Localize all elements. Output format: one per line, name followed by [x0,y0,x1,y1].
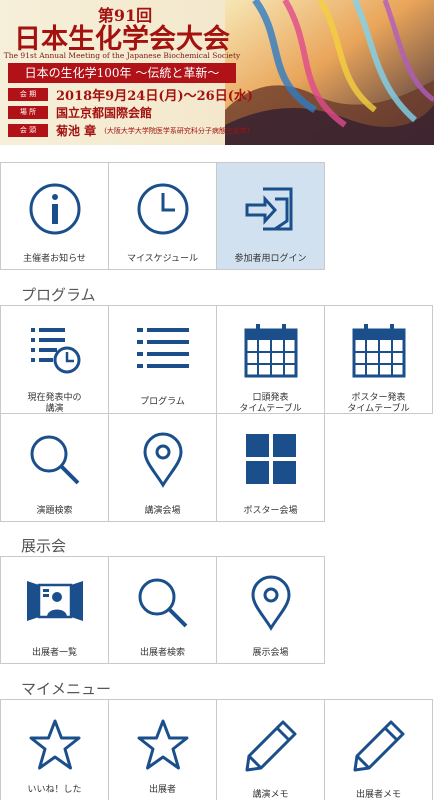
notice-tile[interactable]: 主催者お知らせ [0,162,109,270]
my-schedule-tile[interactable]: マイスケジュール [108,162,217,270]
lecture-memo-label: 講演メモ [252,790,289,800]
pencil-icon [217,718,324,774]
exhibitor-icon [1,575,108,627]
pencil-icon [325,718,432,774]
liked-tile[interactable]: いいね！した [0,699,109,800]
banner-theme: 日本の生化学100年 〜伝統と革新〜 [8,63,236,83]
login-icon [217,181,324,237]
venue-label: 場 所 [8,106,48,119]
poster-venue-tile[interactable]: ポスター会場 [216,413,325,522]
exhibitor-search-label: 出展者検索 [139,648,185,658]
star-icon [1,718,108,772]
chair-label: 会 頭 [8,124,48,137]
current-list-clock-icon [1,324,108,376]
program-tile[interactable]: プログラム [108,305,217,414]
info-icon [1,181,108,237]
exhibitor-search-tile[interactable]: 出展者検索 [108,556,217,664]
oral-timetable-tile[interactable]: 口頭発表 タイムテーブル [216,305,325,414]
calendar-icon [325,324,432,378]
banner-chair-row: 会 頭 菊池 章 (大阪大学大学院医学系研究科分子病態生化学) [8,122,250,139]
map-pin-icon [217,575,324,631]
lecture-memo-tile[interactable]: 講演メモ [216,699,325,800]
map-pin-icon [109,432,216,488]
liked-label: いいね！した [27,785,82,795]
abstract-search-label: 演題検索 [36,506,73,516]
poster-timetable-tile[interactable]: ポスター発表 タイムテーブル [324,305,433,414]
calendar-icon [217,324,324,378]
poster-venue-label: ポスター会場 [243,506,298,516]
chair-note: (大阪大学大学院医学系研究科分子病態生化学) [104,126,250,135]
section-title-program: プログラム [21,286,96,304]
chair-value: 菊池 章 [56,124,97,138]
exhibitor-list-label: 出展者一覧 [31,648,77,658]
abstract-search-tile[interactable]: 演題検索 [0,413,109,522]
poster-timetable-label: ポスター発表 タイムテーブル [347,393,410,414]
lecture-venue-label: 講演会場 [144,506,181,516]
participant-login-label: 参加者用ログイン [234,254,307,264]
exhibitor-memo-label: 出展者メモ [355,790,401,800]
exhibition-venue-tile[interactable]: 展示会場 [216,556,325,664]
section-title-mymenu: マイメニュー [21,680,112,698]
notice-label: 主催者お知らせ [23,254,86,264]
list-icon [109,324,216,376]
lecture-venue-tile[interactable]: 講演会場 [108,413,217,522]
participant-login-tile[interactable]: 参加者用ログイン [216,162,325,270]
banner-subtitle-en: The 91st Annual Meeting of the Japanese … [3,51,241,60]
current-talks-label: 現在発表中の 講演 [27,393,82,414]
banner-venue-row: 場 所 国立京都国際会館 [8,104,152,121]
period-value: 2018年9月24日(月)〜26日(水) [56,89,254,104]
favorite-exhibitor-label: 出展者 [148,785,176,795]
search-icon [109,575,216,631]
favorite-exhibitor-tile[interactable]: 出展者 [108,699,217,800]
clock-icon [109,181,216,237]
section-title-exhibition: 展示会 [21,537,67,555]
current-talks-tile[interactable]: 現在発表中の 講演 [0,305,109,414]
program-label: プログラム [140,397,185,407]
banner-period-row: 会 期 2018年9月24日(月)〜26日(水) [8,86,254,104]
grid-icon [217,432,324,486]
my-schedule-label: マイスケジュール [126,254,199,264]
exhibitor-list-tile[interactable]: 出展者一覧 [0,556,109,664]
search-icon [1,432,108,488]
star-icon [109,718,216,772]
conference-banner: 第91回 日本生化学会大会 The 91st Annual Meeting of… [0,0,434,145]
venue-value: 国立京都国際会館 [56,106,153,120]
exhibitor-memo-tile[interactable]: 出展者メモ [324,699,433,800]
exhibition-venue-label: 展示会場 [252,648,289,658]
period-label: 会 期 [8,88,48,101]
banner-photo [225,0,434,145]
oral-timetable-label: 口頭発表 タイムテーブル [239,393,302,414]
